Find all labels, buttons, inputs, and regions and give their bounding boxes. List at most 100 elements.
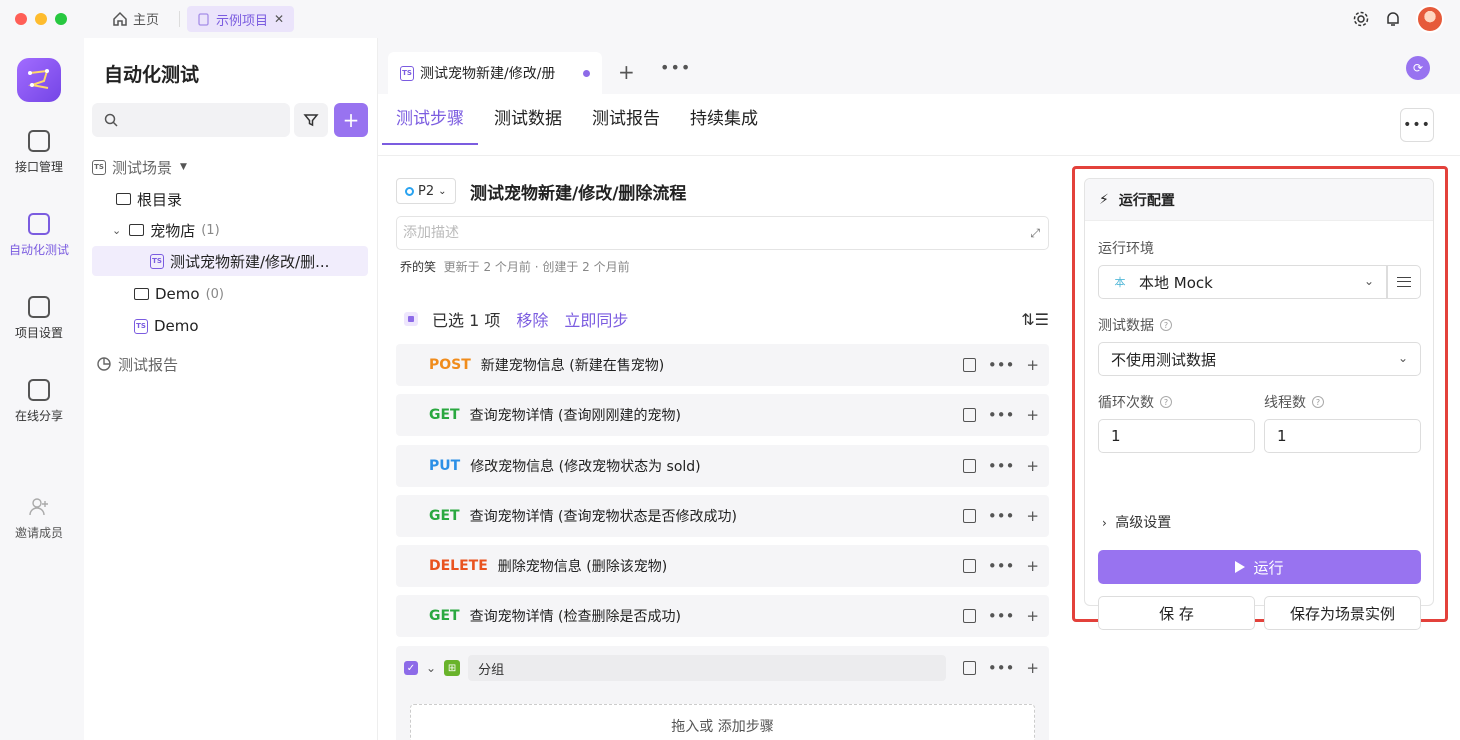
copy-icon[interactable]: [962, 408, 976, 422]
tab-test-steps[interactable]: 测试步骤: [382, 104, 478, 145]
tree-label: 根目录: [137, 190, 183, 209]
plus-icon[interactable]: +: [1026, 607, 1039, 625]
plus-icon[interactable]: +: [1026, 659, 1039, 677]
advanced-settings-toggle[interactable]: › 高级设置: [1102, 512, 1171, 532]
more-icon[interactable]: •••: [988, 507, 1015, 525]
filter-button[interactable]: [294, 103, 328, 137]
expand-icon[interactable]: ⤢: [1030, 226, 1040, 241]
rail-item-label: 自动化测试: [8, 243, 69, 257]
copy-icon[interactable]: [962, 609, 976, 623]
more-icon[interactable]: •••: [988, 557, 1015, 575]
tab-more-button[interactable]: •••: [660, 58, 691, 77]
plus-icon[interactable]: +: [1026, 557, 1039, 575]
env-label: 运行环境: [1098, 241, 1154, 257]
titlebar-divider: [179, 11, 180, 27]
loops-label: 循环次数?: [1098, 392, 1172, 412]
help-icon[interactable]: ?: [1312, 396, 1324, 408]
rail-item-api-management[interactable]: 接口管理: [0, 130, 78, 175]
tree-item-pet-case[interactable]: TS 测试宠物新建/修改/删...: [92, 246, 368, 276]
more-icon[interactable]: •••: [988, 659, 1015, 677]
save-as-scenario-button[interactable]: 保存为场景实例: [1264, 596, 1421, 630]
step-row[interactable]: PUT 修改宠物信息 (修改宠物状态为 sold) ••• +: [396, 445, 1049, 487]
more-icon[interactable]: •••: [988, 457, 1015, 475]
loops-input[interactable]: [1098, 419, 1255, 453]
copy-icon[interactable]: [962, 358, 976, 372]
chevron-down-icon[interactable]: ⌄: [426, 661, 436, 675]
search-box[interactable]: [92, 103, 290, 137]
rail-item-online-share[interactable]: 在线分享: [0, 379, 78, 424]
sync-now-link[interactable]: 立即同步: [564, 307, 628, 331]
more-icon[interactable]: •••: [988, 406, 1015, 424]
add-step-dropzone[interactable]: 拖入或 添加步骤: [410, 704, 1035, 740]
plus-icon[interactable]: +: [1026, 406, 1039, 424]
env-select[interactable]: 本 本地 Mock ⌄: [1098, 265, 1387, 299]
rail-item-project-settings[interactable]: 项目设置: [0, 296, 78, 341]
bell-icon[interactable]: [1384, 10, 1402, 28]
step-row[interactable]: GET 查询宠物详情 (查询刚刚建的宠物) ••• +: [396, 394, 1049, 436]
maximize-window-button[interactable]: [55, 13, 67, 25]
test-data-select[interactable]: 不使用测试数据 ⌄: [1098, 342, 1421, 376]
rail-item-invite-members[interactable]: 邀请成员: [0, 496, 78, 541]
selection-count: 已选 1 项: [432, 311, 501, 330]
tree-item-petshop[interactable]: ⌄ 宠物店 (1): [92, 215, 368, 245]
tab-ci[interactable]: 持续集成: [690, 104, 758, 145]
help-icon[interactable]: ?: [1160, 396, 1172, 408]
new-tab-button[interactable]: +: [618, 60, 635, 84]
search-input[interactable]: [126, 112, 286, 128]
group-checkbox[interactable]: ✓: [404, 661, 418, 675]
add-button[interactable]: +: [334, 103, 368, 137]
group-icon: ⊞: [444, 660, 461, 676]
caret-down-icon[interactable]: ▼: [180, 162, 187, 172]
step-name: 删除宠物信息 (删除该宠物): [497, 559, 668, 575]
step-row[interactable]: DELETE 删除宠物信息 (删除该宠物) ••• +: [396, 545, 1049, 587]
more-actions-button[interactable]: •••: [1400, 108, 1434, 142]
plus-icon[interactable]: +: [1026, 356, 1039, 374]
gear-icon[interactable]: [1352, 10, 1370, 28]
step-row[interactable]: GET 查询宠物详情 (查询宠物状态是否修改成功) ••• +: [396, 495, 1049, 537]
tree-item-test-reports[interactable]: 测试报告: [92, 349, 368, 379]
tree-item-root[interactable]: 根目录: [92, 184, 368, 214]
more-icon[interactable]: •••: [988, 607, 1015, 625]
more-icon[interactable]: •••: [988, 356, 1015, 374]
user-avatar[interactable]: [1416, 5, 1444, 33]
close-window-button[interactable]: [15, 13, 27, 25]
step-row[interactable]: POST 新建宠物信息 (新建在售宠物) ••• +: [396, 344, 1049, 386]
description-field[interactable]: ⤢: [396, 216, 1049, 250]
step-row[interactable]: GET 查询宠物详情 (检查删除是否成功) ••• +: [396, 595, 1049, 637]
env-manage-button[interactable]: [1387, 265, 1421, 299]
help-icon[interactable]: ?: [1160, 319, 1172, 331]
copy-icon[interactable]: [962, 559, 976, 573]
menu-icon: [1397, 277, 1411, 287]
project-tab[interactable]: 示例项目 ✕: [187, 6, 295, 32]
home-tab[interactable]: 主页: [112, 9, 159, 28]
priority-select[interactable]: P2 ⌄: [396, 178, 456, 204]
copy-icon[interactable]: [962, 509, 976, 523]
chevron-down-icon[interactable]: ⌄: [112, 224, 121, 237]
share-icon: [28, 379, 50, 401]
step-name: 查询宠物详情 (检查删除是否成功): [469, 609, 681, 625]
case-title[interactable]: 测试宠物新建/修改/删除流程: [470, 179, 686, 204]
tab-test-data[interactable]: 测试数据: [494, 104, 562, 145]
description-input[interactable]: [403, 225, 1003, 241]
rail-item-automation-testing[interactable]: 自动化测试: [0, 213, 78, 258]
group-name[interactable]: 分组: [468, 655, 947, 681]
copy-icon[interactable]: [962, 459, 976, 473]
threads-input[interactable]: [1264, 419, 1421, 453]
plus-icon[interactable]: +: [1026, 457, 1039, 475]
tree-item-demo-folder[interactable]: Demo (0): [92, 279, 368, 309]
plus-icon[interactable]: +: [1026, 507, 1039, 525]
tree-item-demo-case[interactable]: TS Demo: [92, 311, 368, 341]
sync-button[interactable]: ⟳: [1406, 56, 1430, 80]
close-icon[interactable]: ✕: [274, 12, 284, 26]
doc-tab-pet-case[interactable]: TS 测试宠物新建/修改/册: [388, 52, 602, 94]
minimize-window-button[interactable]: [35, 13, 47, 25]
tab-test-reports[interactable]: 测试报告: [592, 104, 660, 145]
sort-icon[interactable]: ⇅☰: [1021, 310, 1049, 329]
tree-item-test-scenes[interactable]: TS 测试场景 ▼: [92, 152, 368, 182]
step-name: 修改宠物信息 (修改宠物状态为 sold): [470, 459, 701, 475]
select-all-checkbox[interactable]: [404, 312, 418, 326]
copy-icon[interactable]: [962, 661, 976, 675]
save-button[interactable]: 保 存: [1098, 596, 1255, 630]
run-button[interactable]: 运行: [1098, 550, 1421, 584]
remove-link[interactable]: 移除: [516, 307, 548, 331]
